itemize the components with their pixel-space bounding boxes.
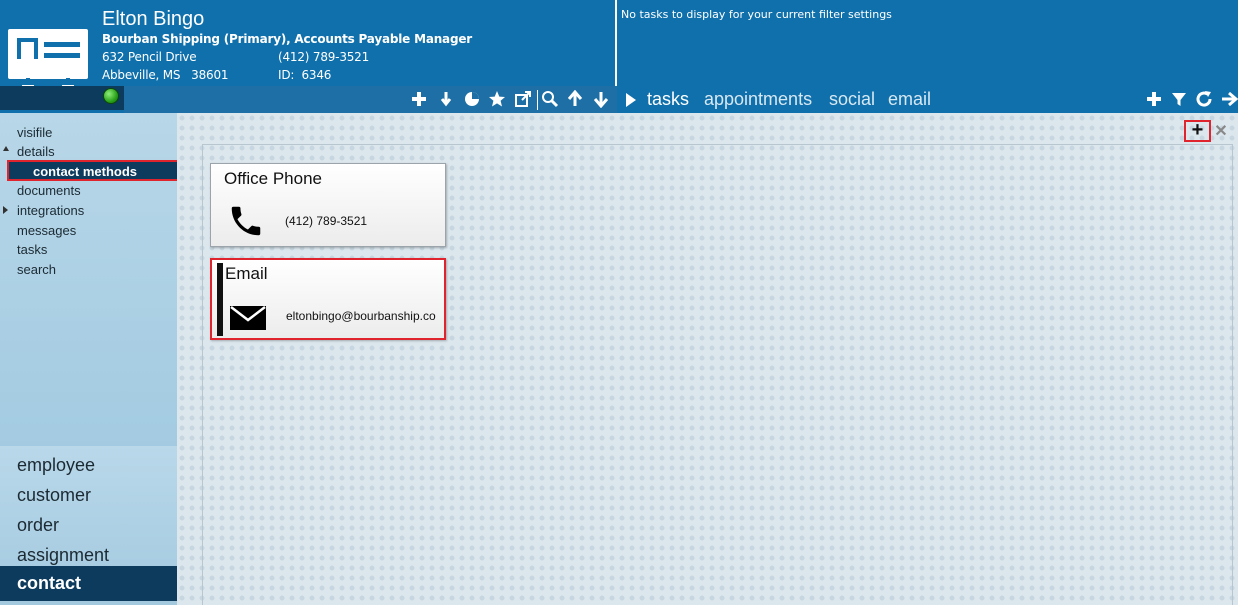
contact-address-line2: Abbeville, MS 38601 [102, 68, 229, 82]
contact-card-icon [8, 29, 88, 88]
refresh-icon[interactable] [1194, 90, 1214, 110]
contact-address-line1: 632 Pencil Drive [102, 50, 197, 64]
selection-indicator [217, 263, 223, 336]
up-arrow-icon[interactable] [565, 89, 585, 110]
tab-email[interactable]: email [888, 89, 931, 110]
sidebar-item-visifile[interactable]: visifile [17, 125, 52, 140]
sidebar-item-contact-methods[interactable]: contact methods [7, 160, 195, 181]
contact-method-value: (412) 789-3521 [285, 214, 368, 228]
contact-name: Elton Bingo [102, 8, 205, 30]
tab-social[interactable]: social [829, 89, 875, 110]
tab-appointments[interactable]: appointments [704, 89, 812, 110]
module-contact[interactable]: contact [0, 566, 192, 601]
down-arrow-icon[interactable] [591, 90, 611, 110]
contact-method-card-phone[interactable]: Office Phone (412) 789-3521 [210, 163, 446, 247]
contact-method-title: Office Phone [224, 169, 322, 188]
module-order[interactable]: order [17, 515, 59, 536]
contact-method-card-email[interactable]: Email eltonbingo@bourbanship.co [210, 258, 446, 340]
sidebar-item-contact-methods-label: contact methods [33, 164, 138, 179]
module-assignment[interactable]: assignment [17, 545, 109, 566]
contact-id: ID: 6346 [278, 68, 332, 82]
module-employee[interactable]: employee [17, 455, 95, 476]
forward-arrow-icon[interactable] [1219, 90, 1238, 110]
module-customer[interactable]: customer [17, 485, 91, 506]
contact-method-value: eltonbingo@bourbanship.co [286, 309, 436, 323]
sidebar-item-tasks[interactable]: tasks [17, 242, 47, 257]
sidebar-item-messages[interactable]: messages [17, 223, 76, 238]
tab-tasks[interactable]: tasks [647, 89, 689, 110]
online-status-icon [103, 88, 119, 104]
contact-phone: (412) 789-3521 [278, 50, 370, 64]
drop-icon[interactable] [436, 90, 456, 110]
export-icon[interactable] [513, 90, 533, 110]
add-task-icon[interactable] [1144, 90, 1164, 110]
module-contact-label: contact [17, 573, 82, 593]
sidebar-item-details[interactable]: details [17, 144, 55, 159]
contact-method-title: Email [225, 264, 268, 283]
envelope-icon [230, 306, 266, 330]
phone-icon [231, 206, 261, 236]
no-tasks-message: No tasks to display for your current fil… [621, 8, 892, 21]
search-icon[interactable] [540, 90, 560, 110]
filter-icon[interactable] [1169, 90, 1189, 110]
sidebar-item-integrations[interactable]: integrations [17, 203, 84, 218]
play-icon[interactable] [626, 93, 636, 107]
add-icon[interactable] [409, 90, 429, 110]
add-contact-method-button[interactable]: + [1184, 120, 1211, 142]
contact-company: Bourban Shipping (Primary), Accounts Pay… [102, 32, 473, 46]
pie-icon[interactable] [462, 90, 482, 110]
star-icon[interactable] [487, 90, 507, 110]
expand-details-icon[interactable] [3, 146, 9, 151]
sidebar-item-documents[interactable]: documents [17, 183, 81, 198]
toolbar-divider [537, 90, 538, 110]
close-icon[interactable]: ✕ [1214, 121, 1228, 140]
expand-integrations-icon[interactable] [3, 206, 8, 214]
sidebar-item-search[interactable]: search [17, 262, 56, 277]
